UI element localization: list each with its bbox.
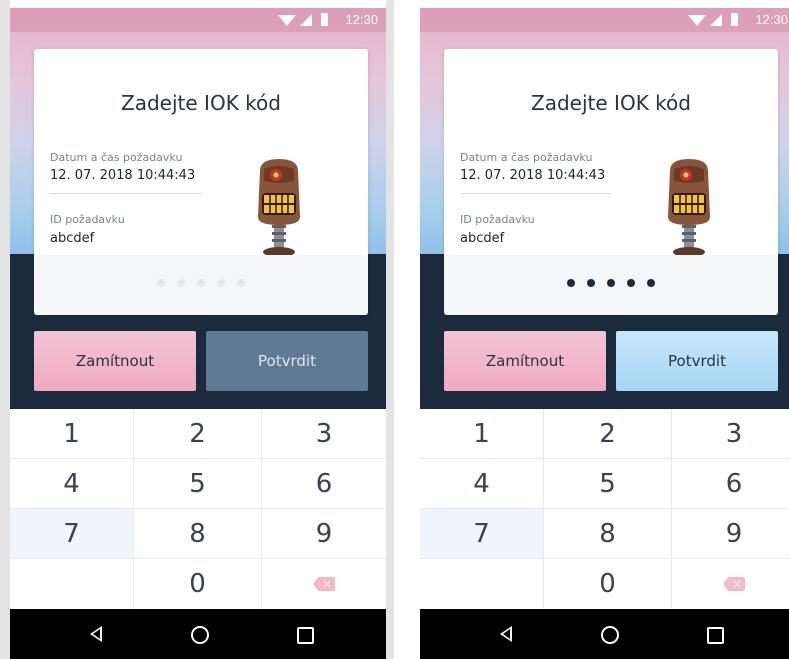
pin-dot	[197, 279, 205, 287]
battery-icon	[321, 13, 328, 26]
pin-dot	[647, 279, 655, 287]
recents-icon[interactable]	[707, 627, 724, 644]
home-icon[interactable]	[191, 626, 209, 644]
battery-icon	[731, 13, 738, 26]
pin-dot	[177, 279, 185, 287]
backspace-icon: ×	[723, 577, 745, 591]
home-icon[interactable]	[601, 626, 619, 644]
card-title: Zadejte IOK kód	[121, 91, 281, 115]
key-empty	[10, 559, 134, 609]
wifi-icon	[688, 15, 706, 26]
phone-screen-empty-pin: 12:30 Zadejte IOK kód Datum a čas požada…	[10, 8, 386, 659]
key-4[interactable]: 4	[10, 459, 134, 509]
reject-button[interactable]: Zamítnout	[34, 331, 196, 391]
card-title: Zadejte IOK kód	[531, 91, 691, 115]
status-bar: 12:30	[420, 8, 789, 32]
pin-dot	[237, 279, 245, 287]
pin-dot	[567, 279, 575, 287]
key-6[interactable]: 6	[672, 459, 789, 509]
key-2[interactable]: 2	[134, 409, 262, 459]
key-0[interactable]: 0	[544, 559, 672, 609]
pin-dots-area	[444, 255, 778, 315]
recents-icon[interactable]	[297, 627, 314, 644]
key-7[interactable]: 7	[10, 509, 134, 559]
confirm-button[interactable]: Potvrdit	[206, 331, 368, 391]
key-1[interactable]: 1	[10, 409, 134, 459]
request-datetime-label: Datum a čas požadavku	[460, 151, 593, 164]
status-time: 12:30	[755, 12, 788, 27]
robot-mascot-icon	[258, 159, 300, 257]
numeric-keypad: 1 2 3 4 5 6 7 8 9 0 ×	[10, 409, 386, 609]
key-5[interactable]: 5	[544, 459, 672, 509]
pin-dot	[607, 279, 615, 287]
robot-mascot-icon	[668, 159, 710, 257]
pin-dots	[444, 279, 778, 287]
request-id-label: ID požadavku	[50, 213, 125, 226]
reject-button[interactable]: Zamítnout	[444, 331, 606, 391]
gap-shadow-strip	[386, 0, 394, 659]
request-datetime-value: 12. 07. 2018 10:44:43	[50, 168, 196, 183]
backspace-key[interactable]: ×	[672, 559, 789, 609]
key-2[interactable]: 2	[544, 409, 672, 459]
android-navbar	[10, 609, 386, 659]
key-3[interactable]: 3	[672, 409, 789, 459]
pin-dot	[587, 279, 595, 287]
key-7[interactable]: 7	[420, 509, 544, 559]
pin-dot	[627, 279, 635, 287]
request-id-label: ID požadavku	[460, 213, 535, 226]
request-id-value: abcdef	[460, 231, 505, 246]
key-0[interactable]: 0	[134, 559, 262, 609]
back-icon[interactable]	[90, 626, 102, 642]
pin-dot	[157, 279, 165, 287]
key-5[interactable]: 5	[134, 459, 262, 509]
request-card: Zadejte IOK kód Datum a čas požadavku 12…	[34, 49, 368, 315]
key-8[interactable]: 8	[544, 509, 672, 559]
signal-icon	[710, 14, 722, 26]
confirm-button[interactable]: Potvrdit	[616, 331, 778, 391]
field-divider	[460, 193, 612, 194]
android-navbar	[420, 609, 789, 659]
action-buttons: Zamítnout Potvrdit	[444, 331, 778, 391]
key-9[interactable]: 9	[672, 509, 789, 559]
phone-screen-filled-pin: 12:30 Zadejte IOK kód Datum a čas požada…	[420, 8, 789, 659]
back-icon[interactable]	[500, 626, 512, 642]
request-datetime-label: Datum a čas požadavku	[50, 151, 183, 164]
status-bar: 12:30	[10, 8, 386, 32]
wifi-icon	[278, 15, 296, 26]
backspace-icon: ×	[313, 577, 335, 591]
key-8[interactable]: 8	[134, 509, 262, 559]
request-id-value: abcdef	[50, 231, 95, 246]
signal-icon	[300, 14, 312, 26]
key-1[interactable]: 1	[420, 409, 544, 459]
pin-dots	[34, 279, 368, 287]
left-edge-strip	[0, 0, 10, 659]
numeric-keypad: 1 2 3 4 5 6 7 8 9 0 ×	[420, 409, 789, 609]
status-time: 12:30	[345, 12, 378, 27]
key-4[interactable]: 4	[420, 459, 544, 509]
request-datetime-value: 12. 07. 2018 10:44:43	[460, 168, 606, 183]
key-3[interactable]: 3	[262, 409, 386, 459]
action-buttons: Zamítnout Potvrdit	[34, 331, 368, 391]
field-divider	[50, 193, 202, 194]
key-6[interactable]: 6	[262, 459, 386, 509]
key-9[interactable]: 9	[262, 509, 386, 559]
request-card: Zadejte IOK kód Datum a čas požadavku 12…	[444, 49, 778, 315]
backspace-key[interactable]: ×	[262, 559, 386, 609]
pin-dot	[217, 279, 225, 287]
pin-dots-area	[34, 255, 368, 315]
key-empty	[420, 559, 544, 609]
